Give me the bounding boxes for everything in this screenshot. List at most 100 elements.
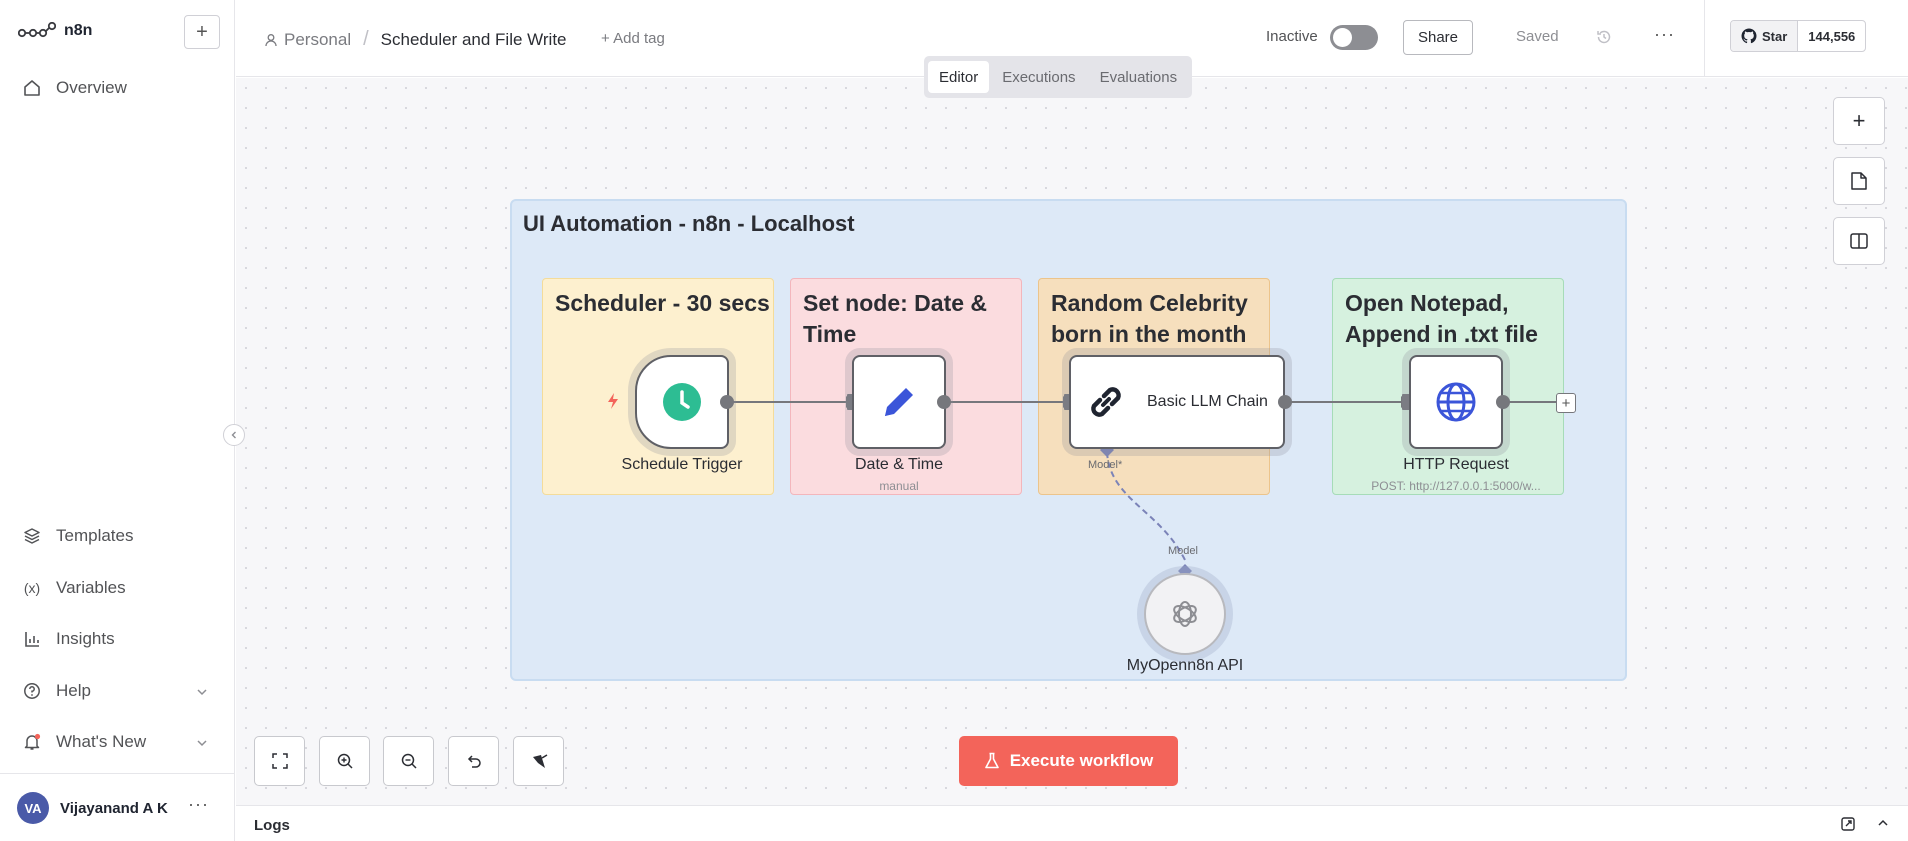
n8n-logo[interactable]: n8n [18,22,92,40]
output-handle[interactable] [720,395,734,409]
undo-icon [467,755,481,768]
user-menu-icon[interactable]: ··· [188,794,209,815]
node-label: Date & Time [854,456,944,473]
saved-status: Saved [1516,28,1559,45]
app-name: n8n [64,22,93,39]
node-basic-llm-chain[interactable]: Basic LLM Chain [1069,355,1285,449]
github-star-label: Star [1762,28,1788,44]
sidebar-item-label: Overview [56,78,127,97]
output-handle[interactable] [1496,395,1510,409]
sidebar-item-help[interactable]: Help [22,681,207,701]
view-tabs: Editor Executions Evaluations [924,56,1193,98]
tab-editor[interactable]: Editor [928,61,990,93]
divider [1704,0,1705,77]
node-label: HTTP Request [1403,456,1509,473]
fit-view-button[interactable] [254,736,305,786]
project-name: Personal [284,29,352,49]
avatar[interactable]: VA [17,792,49,824]
popout-icon[interactable] [1840,816,1856,837]
clock-icon [663,383,701,421]
more-options-icon[interactable]: ··· [1654,24,1675,45]
breadcrumb: Personal / Scheduler and File Write [264,28,567,51]
n8n-logo-icon [18,22,56,38]
sidebar-item-label: Insights [56,629,115,648]
broom-icon [532,754,547,768]
node-date-time[interactable] [852,355,946,449]
sticky-title: Scheduler - 30 secs [555,290,770,316]
toggle-panel-button[interactable] [1833,217,1885,265]
fullscreen-icon [271,753,288,769]
node-label: MyOpenn8n API [1126,657,1244,674]
node-schedule-trigger[interactable] [635,355,729,449]
github-star-count: 144,556 [1808,28,1856,44]
create-new-button[interactable]: + [184,15,220,49]
node-openai-model[interactable] [1144,573,1226,655]
logs-label: Logs [254,817,290,834]
sticky-title: Random Celebrity born in the month [1051,290,1248,347]
project-link[interactable]: Personal [264,30,351,50]
node-subtitle: manual [879,479,919,493]
variable-icon: (x) [23,580,41,596]
model-input-label: Model* [1088,459,1123,471]
globe-icon [1436,382,1476,422]
cube-icon [22,526,42,546]
sticky-title: Open Notepad, Append in .txt file [1345,290,1538,347]
sticky-title: Set node: Date & Time [803,290,988,347]
node-http-request[interactable] [1409,355,1503,449]
active-status-label: Inactive [1266,28,1318,45]
collapse-sidebar-button[interactable] [223,424,245,446]
node-label: Schedule Trigger [621,456,743,473]
github-icon [1741,28,1757,44]
undo-button[interactable] [448,736,499,786]
node-subtitle: POST: http://127.0.0.1:5000/w... [1371,479,1541,493]
workflow-name[interactable]: Scheduler and File Write [381,30,567,50]
add-node-button[interactable]: + [1556,393,1576,413]
output-handle[interactable] [937,395,951,409]
bell-icon [22,732,42,752]
execute-workflow-label: Execute workflow [1009,751,1154,770]
logs-panel-bar[interactable]: Logs [236,805,1908,841]
output-handle[interactable] [1278,395,1292,409]
sidebar-item-label: Help [56,681,91,700]
share-button[interactable]: Share [1403,20,1473,55]
tab-evaluations[interactable]: Evaluations [1089,61,1189,93]
panel-icon [1850,233,1868,249]
link-icon [1091,387,1121,417]
sidebar-item-overview[interactable]: Overview [22,78,202,98]
zoom-in-button[interactable] [319,736,370,786]
user-name: Vijayanand A K [60,800,168,817]
chevron-down-icon [196,683,208,703]
zoom-in-icon [337,753,353,769]
github-star-button[interactable]: Star 144,556 [1730,20,1867,52]
active-toggle[interactable] [1330,25,1378,50]
node-label: Basic LLM Chain [1147,393,1268,410]
model-output-label: Model [1168,545,1198,557]
group-title: UI Automation - n8n - Localhost [523,211,855,236]
add-node-panel-button[interactable]: + [1833,97,1885,145]
tidy-up-button[interactable] [513,736,564,786]
sidebar-item-whats-new[interactable]: What's New [22,732,207,752]
breadcrumb-separator: / [363,28,369,50]
user-icon [265,33,277,46]
home-icon [22,78,42,98]
sidebar-item-variables[interactable]: (x) Variables [22,578,202,598]
chevron-left-icon [231,431,236,439]
history-icon[interactable] [1595,28,1613,51]
sidebar-item-label: Variables [56,578,126,597]
sidebar-item-templates[interactable]: Templates [22,526,202,546]
execute-workflow-button[interactable]: Execute workflow [959,736,1178,786]
flask-icon [984,752,999,769]
sidebar-item-insights[interactable]: Insights [22,629,202,649]
chart-icon [22,629,42,649]
sidebar: n8n + Overview Templates (x) Variables I… [0,0,235,841]
zoom-out-button[interactable] [383,736,434,786]
sidebar-item-label: What's New [56,732,147,751]
chevron-up-icon[interactable] [1876,816,1890,835]
help-icon [22,681,42,701]
user-section: VA Vijayanand A K ··· [0,773,235,841]
chevron-down-icon [196,734,208,754]
tab-executions[interactable]: Executions [991,61,1086,93]
add-tag-button[interactable]: + Add tag [601,30,665,47]
note-icon [1851,172,1867,190]
sticky-note-button[interactable] [1833,157,1885,205]
